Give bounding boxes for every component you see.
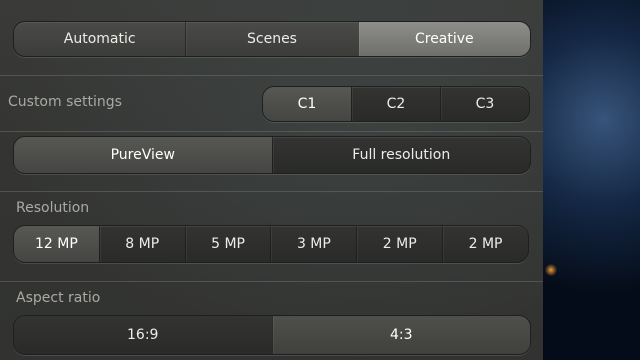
light-glint xyxy=(545,264,557,276)
capture-mode-selector: PureView Full resolution xyxy=(13,136,531,174)
mode-scenes-button[interactable]: Scenes xyxy=(185,22,357,56)
resolution-2mp-button[interactable]: 2 MP xyxy=(356,226,442,262)
resolution-2mp-alt-button[interactable]: 2 MP xyxy=(442,226,528,262)
camera-viewfinder xyxy=(543,0,640,360)
divider xyxy=(0,131,543,132)
resolution-3mp-button[interactable]: 3 MP xyxy=(270,226,356,262)
mode-automatic-button[interactable]: Automatic xyxy=(14,22,185,56)
custom-c1-button[interactable]: C1 xyxy=(263,87,351,121)
custom-c3-button[interactable]: C3 xyxy=(440,87,529,121)
resolution-8mp-button[interactable]: 8 MP xyxy=(98,226,185,262)
custom-c2-button[interactable]: C2 xyxy=(351,87,440,121)
resolution-12mp-button[interactable]: 12 MP xyxy=(14,226,99,262)
aspect-ratio-label: Aspect ratio xyxy=(16,290,101,306)
aspect-ratio-selector: 16:9 4:3 xyxy=(13,315,531,355)
custom-settings-label: Custom settings xyxy=(8,94,122,110)
resolution-label: Resolution xyxy=(16,200,90,216)
camera-settings-screen: Automatic Scenes Creative Custom setting… xyxy=(0,0,640,360)
resolution-5mp-button[interactable]: 5 MP xyxy=(184,226,271,262)
settings-panel: Automatic Scenes Creative Custom setting… xyxy=(0,0,543,360)
divider xyxy=(0,191,543,192)
full-resolution-button[interactable]: Full resolution xyxy=(271,137,531,173)
custom-settings-selector: C1 C2 C3 xyxy=(262,86,530,122)
aspect-16-9-button[interactable]: 16:9 xyxy=(14,316,272,354)
aspect-4-3-button[interactable]: 4:3 xyxy=(271,316,530,354)
resolution-selector: 12 MP 8 MP 5 MP 3 MP 2 MP 2 MP xyxy=(13,225,529,263)
mode-selector: Automatic Scenes Creative xyxy=(13,21,531,57)
mode-creative-button[interactable]: Creative xyxy=(357,22,530,56)
divider xyxy=(0,281,543,282)
pureview-button[interactable]: PureView xyxy=(14,137,272,173)
divider xyxy=(0,75,543,76)
